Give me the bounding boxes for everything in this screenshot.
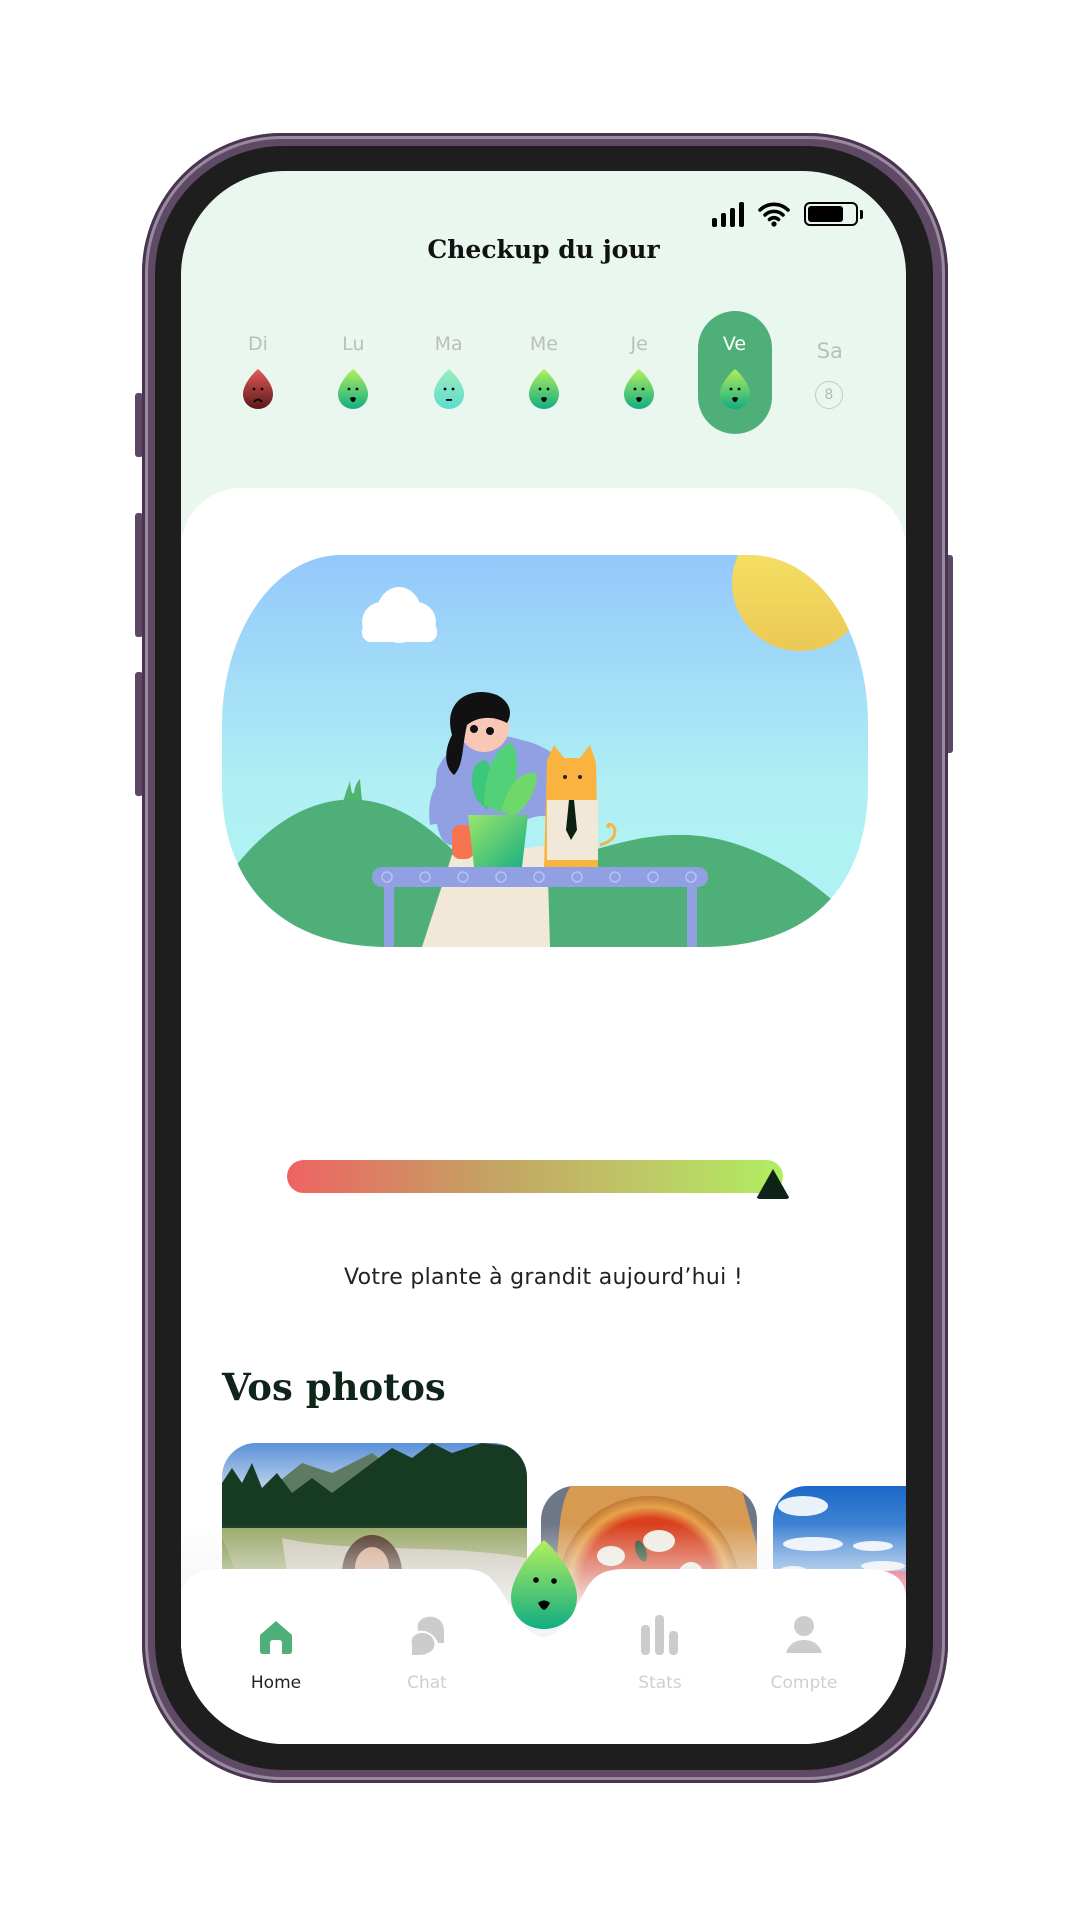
day-label: Ma xyxy=(434,333,463,355)
photos-section-title: Vos photos xyxy=(222,1365,446,1409)
mood-drop-happy-icon xyxy=(719,369,750,409)
mood-drop-happy-icon xyxy=(528,369,559,409)
growth-meter-marker xyxy=(756,1169,791,1199)
nav-item-stats[interactable]: Stats xyxy=(605,1611,715,1693)
day-label: Me xyxy=(529,333,558,355)
nav-item-label: Compte xyxy=(770,1673,838,1693)
day-label: Di xyxy=(248,333,268,355)
day-sa[interactable]: Sa 8 xyxy=(793,311,867,434)
nav-item-label: Home xyxy=(250,1673,302,1693)
day-label: Sa xyxy=(816,339,843,363)
account-icon xyxy=(749,1611,859,1655)
nav-item-compte[interactable]: Compte xyxy=(749,1611,859,1693)
phone-screen: Checkup du jour Di Lu Ma Me Je Ve Sa 8 V… xyxy=(181,171,906,1744)
plant-growth-illustration xyxy=(222,555,868,947)
nav-item-label: Stats xyxy=(638,1673,682,1693)
home-icon xyxy=(221,1611,331,1655)
day-ma[interactable]: Ma xyxy=(412,311,486,434)
chat-icon xyxy=(372,1611,482,1655)
day-label: Je xyxy=(630,333,648,355)
wifi-icon xyxy=(758,202,790,227)
stats-icon xyxy=(605,1611,715,1655)
day-lu[interactable]: Lu xyxy=(316,311,390,434)
mood-drop-happy-icon xyxy=(338,369,369,409)
day-ve[interactable]: Ve xyxy=(697,311,772,434)
plant-mood-button[interactable] xyxy=(511,1540,577,1629)
nav-item-label: Chat xyxy=(407,1673,447,1693)
battery-icon xyxy=(804,202,863,226)
day-label: Lu xyxy=(342,333,365,355)
day-label: Ve xyxy=(722,333,747,355)
day-di[interactable]: Di xyxy=(221,311,295,434)
page-title: Checkup du jour xyxy=(427,235,660,264)
signal-icon xyxy=(712,201,744,227)
nav-item-chat[interactable]: Chat xyxy=(372,1611,482,1693)
status-bar xyxy=(712,201,863,227)
mood-drop-neutral-icon xyxy=(433,369,464,409)
growth-meter xyxy=(287,1160,783,1193)
growth-message: Votre plante à grandit aujourd’hui ! xyxy=(344,1265,743,1290)
day-date-badge: 8 xyxy=(814,381,843,409)
mood-drop-sad-icon xyxy=(243,369,273,409)
battery-level xyxy=(808,206,843,222)
day-me[interactable]: Me xyxy=(507,311,581,434)
mood-drop-happy-icon xyxy=(624,369,655,409)
day-je[interactable]: Je xyxy=(602,311,676,434)
week-day-selector: Di Lu Ma Me Je Ve Sa 8 xyxy=(181,311,906,436)
nav-item-home[interactable]: Home xyxy=(221,1611,331,1693)
